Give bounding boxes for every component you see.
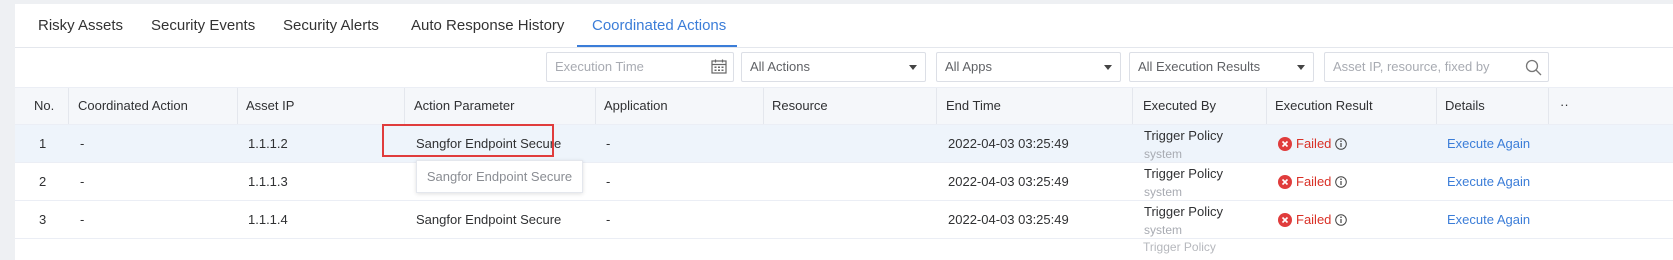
column-header-asset-ip: Asset IP: [246, 98, 295, 113]
status-failed: Failed: [1278, 125, 1348, 162]
column-divider: [237, 88, 238, 124]
execution-results-select-value: All Execution Results: [1138, 59, 1261, 74]
highlight-box: [382, 124, 554, 157]
column-divider: [1266, 88, 1267, 124]
cell-coordinated-action: -: [80, 212, 85, 227]
tab-auto-response-history[interactable]: Auto Response History: [411, 4, 564, 48]
error-circle-icon: [1278, 212, 1292, 227]
apps-select-value: All Apps: [945, 59, 992, 74]
cell-end-time: 2022-04-03 03:25:49: [948, 174, 1069, 189]
cell-executed-by: Trigger Policy system: [1144, 127, 1223, 163]
error-circle-icon: [1278, 174, 1292, 189]
execution-results-select[interactable]: All Execution Results: [1129, 52, 1314, 82]
cell-no: 2: [39, 174, 47, 189]
executed-by-label: Trigger Policy: [1144, 128, 1223, 143]
column-header-details: Details: [1445, 98, 1485, 113]
cell-executed-by: Trigger Policy system: [1144, 203, 1223, 239]
cell-asset-ip: 1.1.1.3: [248, 174, 288, 189]
cell-end-time: 2022-04-03 03:25:49: [948, 136, 1069, 151]
coordinated-actions-panel: Risky Assets Security Events Security Al…: [15, 4, 1673, 260]
actions-select[interactable]: All Actions: [741, 52, 926, 82]
status-text: Failed: [1296, 212, 1332, 227]
column-divider: [404, 88, 405, 124]
table-row[interactable]: 2 - 1.1.1.3 - 2022-04-03 03:25:49 Trigge…: [15, 163, 1673, 201]
info-icon[interactable]: [1335, 213, 1348, 226]
column-divider: [68, 88, 69, 124]
cell-application: -: [606, 136, 611, 151]
cell-coordinated-action: -: [80, 174, 85, 189]
column-divider: [1132, 88, 1133, 124]
info-icon[interactable]: [1335, 137, 1348, 150]
cell-no: 1: [39, 136, 47, 151]
executed-by-sub: system: [1144, 223, 1183, 237]
column-divider: [1436, 88, 1437, 124]
more-columns-icon[interactable]: ··: [1560, 88, 1569, 124]
column-header-executed-by: Executed By: [1143, 98, 1216, 113]
actions-select-value: All Actions: [750, 59, 810, 74]
info-icon[interactable]: [1335, 175, 1348, 188]
cell-asset-ip: 1.1.1.2: [248, 136, 288, 151]
chevron-down-icon: [1297, 65, 1305, 70]
execute-again-link[interactable]: Execute Again: [1447, 201, 1530, 238]
tab-coordinated-actions[interactable]: Coordinated Actions: [592, 4, 726, 48]
chevron-down-icon: [1104, 65, 1112, 70]
cell-asset-ip: 1.1.1.4: [248, 212, 288, 227]
column-header-resource: Resource: [772, 98, 828, 113]
apps-select[interactable]: All Apps: [936, 52, 1121, 82]
column-header-action-parameter: Action Parameter: [414, 98, 515, 113]
executed-by-label: Trigger Policy: [1144, 204, 1223, 219]
executed-by-sub: system: [1144, 185, 1183, 199]
table-row[interactable]: 3 - 1.1.1.4 Sangfor Endpoint Secure - 20…: [15, 201, 1673, 239]
partial-next-row-text: Trigger Policy: [1143, 240, 1216, 254]
cell-application: -: [606, 212, 611, 227]
executed-by-sub: system: [1144, 147, 1183, 161]
execution-time-placeholder: Execution Time: [555, 59, 644, 74]
tab-bar: Risky Assets Security Events Security Al…: [15, 4, 1673, 48]
execute-again-link[interactable]: Execute Again: [1447, 163, 1530, 200]
error-circle-icon: [1278, 136, 1292, 151]
cell-coordinated-action: -: [80, 136, 85, 151]
tooltip: Sangfor Endpoint Secure: [416, 160, 583, 193]
cell-action-parameter: Sangfor Endpoint Secure: [416, 212, 562, 227]
column-header-execution-result: Execution Result: [1275, 98, 1373, 113]
column-header-coordinated-action: Coordinated Action: [78, 98, 188, 113]
tab-security-events[interactable]: Security Events: [151, 4, 255, 48]
execution-time-picker[interactable]: Execution Time: [546, 52, 734, 82]
status-text: Failed: [1296, 174, 1332, 189]
column-divider: [595, 88, 596, 124]
cell-end-time: 2022-04-03 03:25:49: [948, 212, 1069, 227]
column-header-no: No.: [34, 98, 55, 113]
table-header: No. Coordinated Action Asset IP Action P…: [15, 87, 1673, 125]
status-failed: Failed: [1278, 201, 1348, 238]
table-row[interactable]: 1 - 1.1.1.2 Sangfor Endpoint Secure - 20…: [15, 125, 1673, 163]
execute-again-link[interactable]: Execute Again: [1447, 125, 1530, 162]
cell-no: 3: [39, 212, 47, 227]
column-header-application: Application: [604, 98, 668, 113]
active-tab-indicator: [577, 45, 737, 47]
tab-risky-assets[interactable]: Risky Assets: [38, 4, 123, 48]
executed-by-label: Trigger Policy: [1144, 166, 1223, 181]
tab-security-alerts[interactable]: Security Alerts: [283, 4, 379, 48]
cell-executed-by: Trigger Policy system: [1144, 165, 1223, 201]
column-header-end-time: End Time: [946, 98, 1001, 113]
search-input[interactable]: Asset IP, resource, fixed by: [1324, 52, 1549, 82]
calendar-icon: [711, 59, 727, 74]
search-placeholder: Asset IP, resource, fixed by: [1333, 59, 1490, 74]
chevron-down-icon: [909, 65, 917, 70]
search-icon[interactable]: [1525, 59, 1542, 76]
column-divider: [763, 88, 764, 124]
column-divider: [936, 88, 937, 124]
status-text: Failed: [1296, 136, 1332, 151]
column-divider: [1548, 88, 1549, 124]
status-failed: Failed: [1278, 163, 1348, 200]
cell-application: -: [606, 174, 611, 189]
